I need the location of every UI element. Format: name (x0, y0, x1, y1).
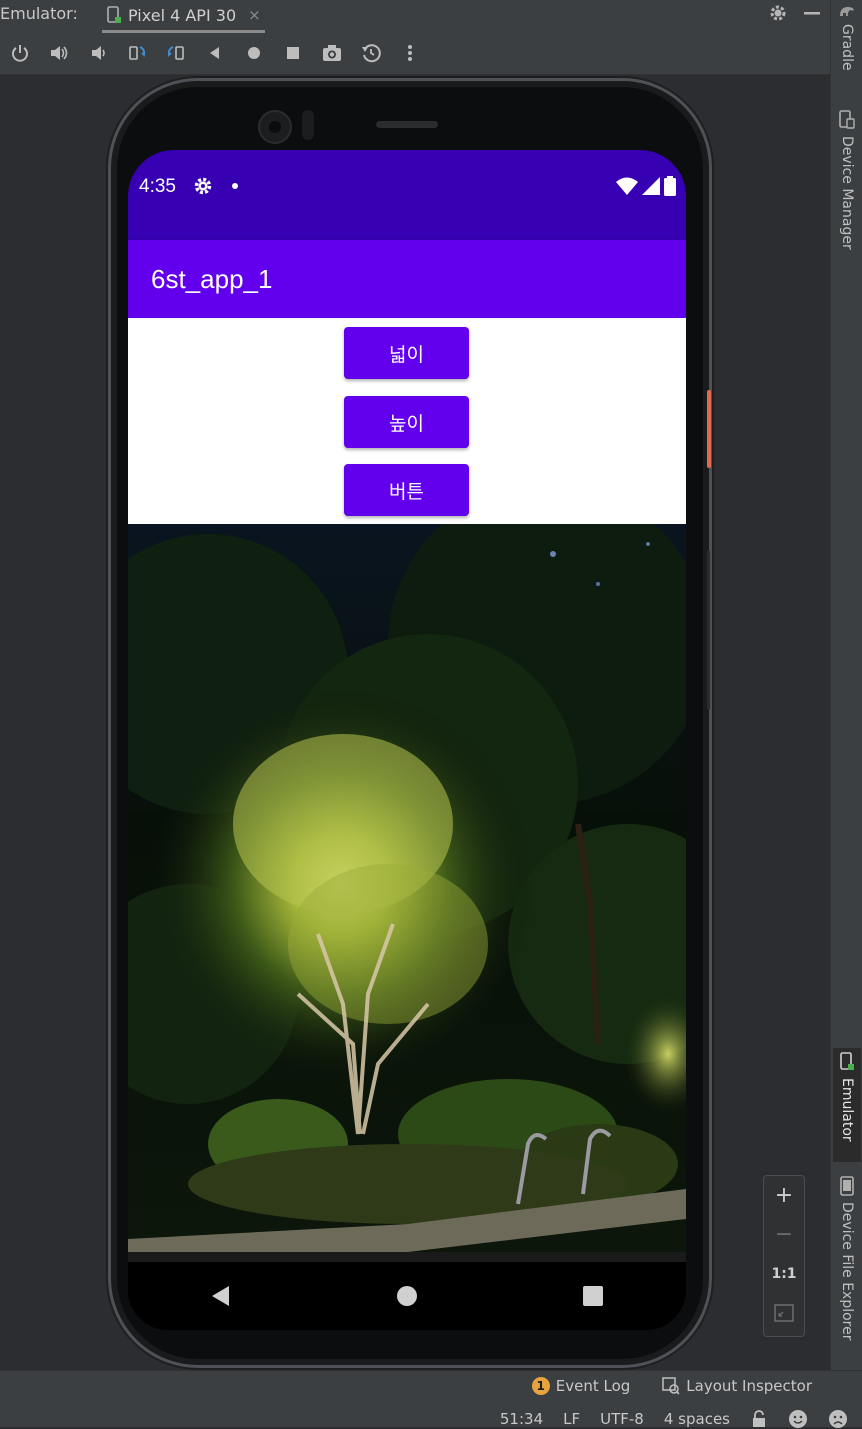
status-bar: 4:35 (128, 150, 686, 240)
earpiece-speaker (376, 121, 438, 128)
navigation-bar (128, 1262, 686, 1330)
more-icon[interactable] (390, 38, 429, 68)
tab-device-manager-label: Device Manager (839, 136, 855, 250)
device-screen[interactable]: 4:35 6st_app_1 넓이 높이 버튼 (128, 150, 686, 1330)
snapshot-icon[interactable] (351, 38, 390, 68)
rotate-left-icon[interactable] (117, 38, 156, 68)
fit-screen-icon (774, 1303, 794, 1322)
overview-icon[interactable] (273, 38, 312, 68)
minimize-icon[interactable] (802, 3, 822, 23)
zoom-in-button[interactable]: + (764, 1176, 804, 1215)
nav-overview-icon[interactable] (581, 1284, 605, 1308)
layout-inspector-button[interactable]: Layout Inspector (662, 1377, 812, 1395)
zoom-out-button[interactable]: − (764, 1215, 804, 1254)
device-manager-icon (839, 110, 855, 129)
device-icon (107, 6, 121, 23)
happy-feedback-icon[interactable] (788, 1409, 808, 1429)
garden-photo (128, 524, 686, 1262)
layout-inspector-label: Layout Inspector (686, 1377, 812, 1395)
home-icon[interactable] (234, 38, 273, 68)
volume-down-icon[interactable] (78, 38, 117, 68)
generic-button[interactable]: 버튼 (344, 464, 469, 516)
wifi-icon (616, 177, 638, 195)
power-icon[interactable] (0, 38, 39, 68)
tab-device[interactable]: Pixel 4 API 30 × (102, 0, 265, 33)
right-tool-strip: Gradle Device Manager Emulator Device Fi… (830, 0, 862, 1370)
tab-gradle[interactable]: Gradle (833, 4, 861, 71)
zoom-actual-size-button[interactable]: 1:1 (764, 1254, 804, 1293)
power-side-button[interactable] (707, 390, 711, 468)
tab-device-file-explorer-label: Device File Explorer (839, 1202, 855, 1341)
height-button[interactable]: 높이 (344, 396, 469, 448)
camera-icon[interactable] (312, 38, 351, 68)
file-encoding[interactable]: UTF-8 (600, 1410, 644, 1428)
tab-emulator-label: Emulator (839, 1078, 855, 1142)
button-panel: 넓이 높이 버튼 (128, 318, 686, 524)
event-log-button[interactable]: 1 Event Log (531, 1377, 631, 1395)
emulator-controls (0, 38, 429, 68)
emulator-icon (840, 1052, 854, 1070)
app-title: 6st_app_1 (151, 264, 273, 294)
rotate-right-icon[interactable] (156, 38, 195, 68)
line-separator[interactable]: LF (563, 1410, 580, 1428)
emulator-label: Emulator: (0, 4, 78, 23)
app-bar: 6st_app_1 (128, 240, 686, 318)
width-button[interactable]: 넓이 (344, 327, 469, 379)
front-camera (258, 110, 292, 144)
tab-device-file-explorer[interactable]: Device File Explorer (833, 1176, 861, 1341)
status-time: 4:35 (139, 176, 176, 197)
gradle-icon (840, 7, 854, 16)
notification-dot-icon (232, 183, 238, 189)
layout-inspector-icon (662, 1377, 680, 1395)
proximity-sensor (302, 110, 314, 140)
tab-device-manager[interactable]: Device Manager (833, 110, 861, 250)
zoom-controls: + − 1:1 (763, 1175, 805, 1337)
lock-icon[interactable] (750, 1410, 768, 1428)
tab-emulator[interactable]: Emulator (833, 1048, 861, 1162)
volume-up-icon[interactable] (39, 38, 78, 68)
close-tab-icon[interactable]: × (248, 6, 261, 24)
event-log-label: Event Log (555, 1377, 631, 1395)
tab-label: Pixel 4 API 30 (128, 5, 237, 25)
battery-icon (664, 176, 676, 196)
event-count-badge: 1 (531, 1377, 550, 1395)
cursor-position[interactable]: 51:34 (500, 1410, 543, 1428)
indent-setting[interactable]: 4 spaces (664, 1410, 730, 1428)
volume-side-button[interactable] (707, 550, 710, 710)
nav-home-icon[interactable] (395, 1284, 419, 1308)
ide-status-bar: 1 Event Log Layout Inspector 51:34 LF UT… (0, 1370, 862, 1429)
zoom-fit-button[interactable] (764, 1293, 804, 1332)
emulator-toolbar-area: Emulator: Pixel 4 API 30 × (0, 0, 830, 75)
tab-gradle-label: Gradle (839, 24, 855, 71)
nav-back-icon[interactable] (209, 1284, 233, 1308)
settings-icon (194, 177, 212, 195)
cell-signal-icon (642, 177, 660, 195)
sad-feedback-icon[interactable] (828, 1409, 848, 1429)
back-icon[interactable] (195, 38, 234, 68)
gear-icon[interactable] (768, 3, 788, 23)
device-file-explorer-icon (840, 1176, 854, 1196)
